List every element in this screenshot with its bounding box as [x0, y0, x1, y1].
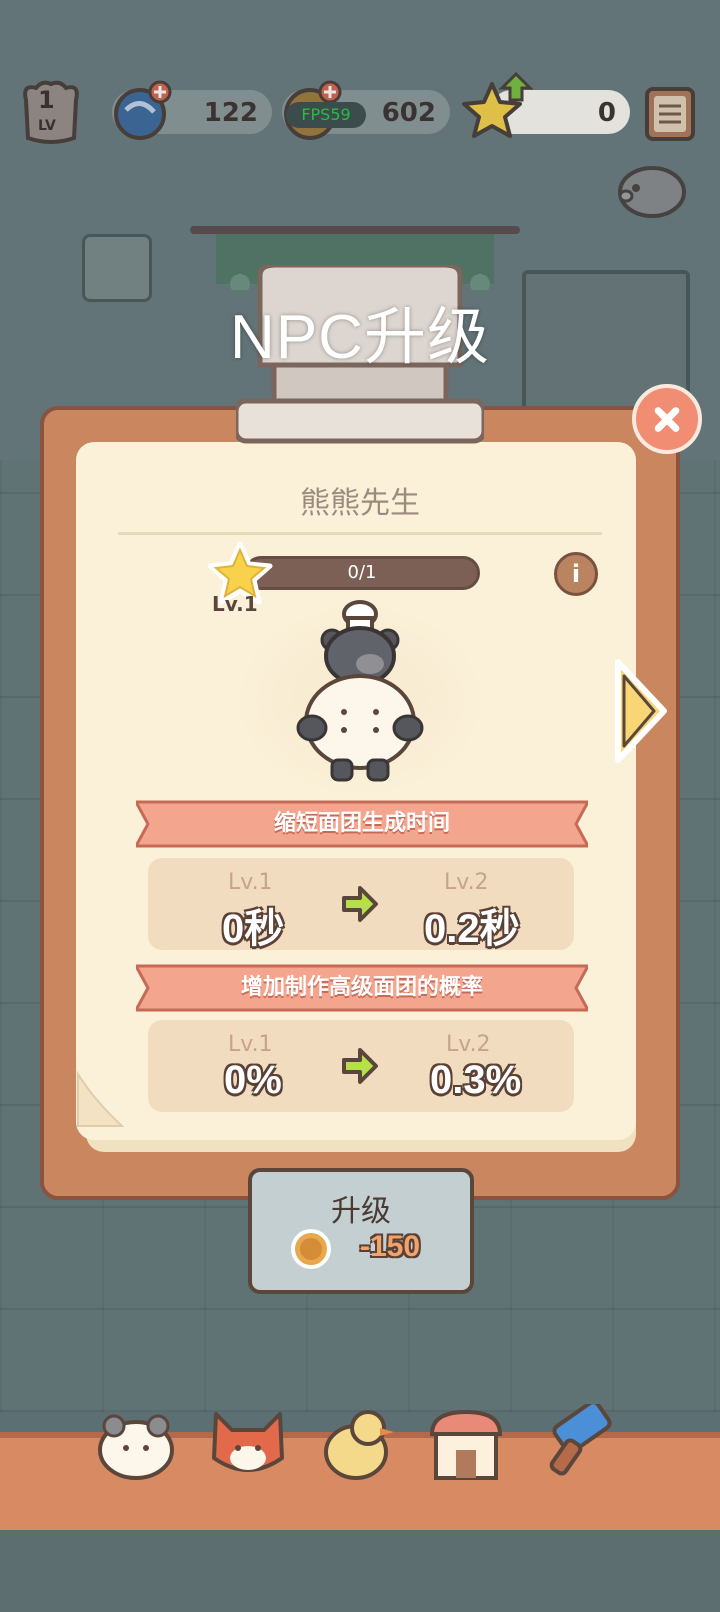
divider — [118, 532, 602, 535]
paint-brush-icon[interactable] — [536, 1404, 620, 1484]
star-progress-text: 0/1 — [347, 562, 377, 583]
upgrade-cost: -150 — [360, 1230, 421, 1263]
current-value: 0秒 — [222, 907, 285, 951]
stat-banner-text: 增加制作高级面团的概率 — [240, 975, 483, 1000]
coin-icon — [291, 1229, 331, 1269]
next-level-label: Lv.2 — [444, 870, 489, 895]
stat-banner-text: 缩短面团生成时间 — [273, 811, 450, 836]
chevron-right-icon[interactable] — [612, 656, 670, 766]
next-value: 0.3% — [430, 1058, 522, 1102]
shop-icon[interactable] — [424, 1404, 508, 1484]
next-value: 0.2秒 — [424, 907, 520, 951]
arrow-right-icon — [342, 1048, 378, 1084]
upgrade-button[interactable]: 升级 -150 — [248, 1168, 474, 1294]
duck-icon[interactable] — [316, 1404, 400, 1484]
stat-comparison-box: Lv.1 0秒 Lv.2 0.2秒 — [148, 858, 574, 951]
current-level-label: Lv.1 — [228, 870, 273, 895]
red-panda-icon[interactable] — [206, 1404, 290, 1484]
npc-name: 熊熊先生 — [300, 486, 420, 521]
current-value: 0% — [224, 1058, 282, 1102]
dialog-title: NPC升级 — [230, 303, 490, 372]
paper-curl-decoration — [77, 1070, 125, 1127]
bear-chef-icon[interactable] — [94, 1404, 178, 1484]
stat-banner: 缩短面团生成时间 — [136, 798, 588, 850]
upgrade-button-label: 升级 — [331, 1194, 391, 1229]
info-button[interactable]: i — [554, 552, 598, 596]
bear-chef-npc-image — [296, 600, 424, 782]
bottom-floor — [0, 1530, 720, 1612]
next-level-label: Lv.2 — [446, 1032, 491, 1057]
npc-level-badge: Lv.1 — [212, 592, 258, 616]
arrow-right-icon — [342, 886, 378, 922]
stat-comparison-box: Lv.1 0% Lv.2 0.3% — [148, 1020, 574, 1112]
star-progress-bar: 0/1 — [244, 556, 480, 590]
info-icon: i — [571, 560, 581, 588]
current-level-label: Lv.1 — [228, 1032, 273, 1057]
stat-banner: 增加制作高级面团的概率 — [136, 962, 588, 1014]
close-button[interactable] — [632, 384, 702, 454]
